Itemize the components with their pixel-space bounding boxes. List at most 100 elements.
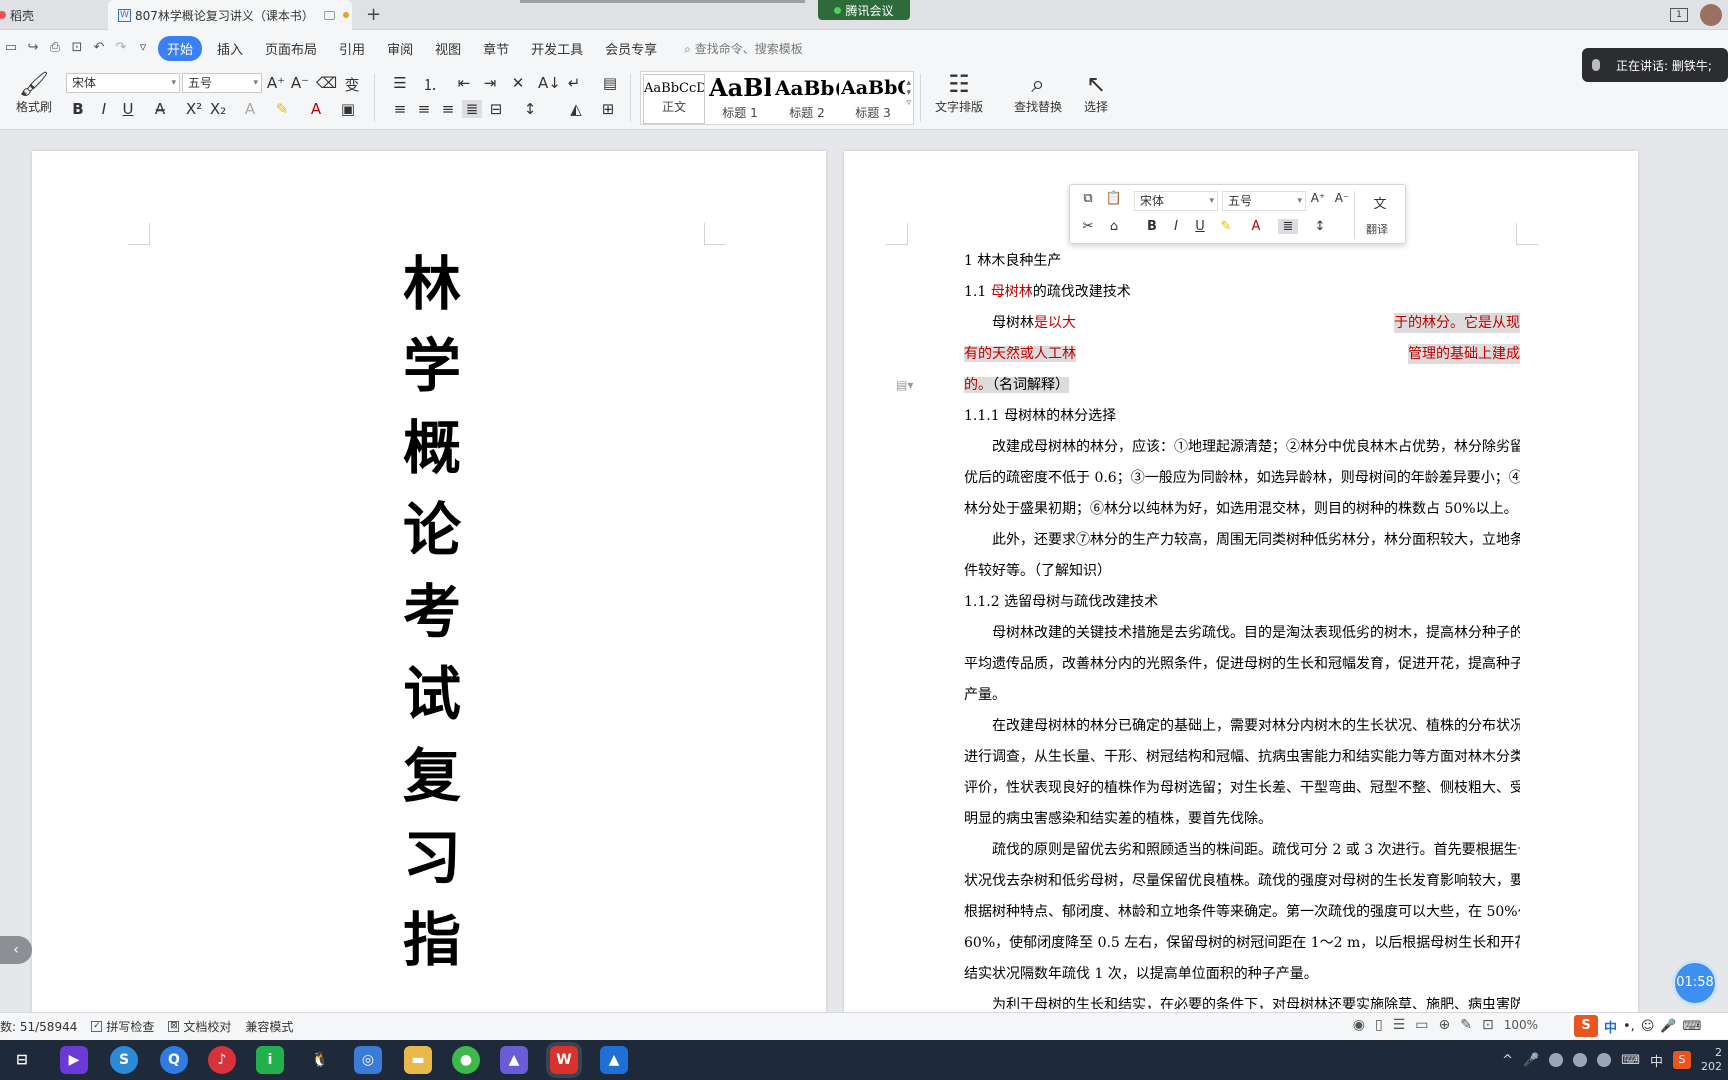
shading-icon[interactable]: ◭ <box>566 100 586 118</box>
zoom-level[interactable]: 100% <box>1504 1018 1538 1032</box>
style-heading1[interactable]: AaBl 标题 1 <box>709 74 771 124</box>
distribute-icon[interactable]: ⊟ <box>486 100 506 118</box>
translate-label[interactable]: 翻译 <box>1366 221 1388 237</box>
phonetic-icon[interactable]: 变 <box>342 74 362 95</box>
justify-icon[interactable]: ≣ <box>462 100 482 118</box>
numbered-list-icon[interactable]: ⒈ <box>420 74 440 95</box>
cut-icon[interactable]: ✂ <box>1078 219 1098 234</box>
select-button[interactable]: ↖ 选择 <box>1076 70 1116 115</box>
format-painter-icon[interactable]: ⌂ <box>1104 219 1124 234</box>
preview-icon[interactable]: ⊡ <box>69 41 85 55</box>
underline-icon[interactable]: U <box>1190 219 1210 234</box>
italic-icon[interactable]: I <box>1166 219 1186 234</box>
align-icon[interactable]: ≣ <box>1278 219 1298 234</box>
fit-icon[interactable]: ⊡ <box>1482 1017 1494 1033</box>
style-normal[interactable]: AaBbCcDc 正文 <box>643 74 705 124</box>
italic-icon[interactable]: I <box>94 100 114 118</box>
sort-icon[interactable]: A↓ <box>538 74 561 92</box>
spell-check-toggle[interactable]: ✓ 拼写检查 <box>91 1018 154 1035</box>
highlight-icon[interactable]: ✎ <box>1216 219 1236 234</box>
grow-font-icon[interactable]: A⁺ <box>1308 191 1328 205</box>
voice-icon[interactable]: 🎤 <box>1660 1019 1676 1034</box>
collapse-panel-button[interactable]: ‹ <box>0 936 32 964</box>
outline-view-icon[interactable]: ☰ <box>1393 1017 1406 1033</box>
font-size-select[interactable]: 五号 <box>182 73 262 93</box>
menu-references[interactable]: 引用 <box>339 39 365 58</box>
meeting-indicator[interactable]: 腾讯会议 <box>818 0 910 20</box>
char-border-icon[interactable]: ▣ <box>338 100 358 118</box>
volume-icon[interactable] <box>1597 1053 1612 1067</box>
superscript-icon[interactable]: X² <box>184 100 204 118</box>
browser-icon[interactable]: S <box>110 1046 138 1074</box>
highlight-icon[interactable]: ✎ <box>272 100 292 118</box>
shrink-font-icon[interactable]: A⁻ <box>290 74 310 92</box>
subscript-icon[interactable]: X₂ <box>208 100 228 118</box>
style-heading3[interactable]: AaBbC 标题 3 <box>841 74 905 124</box>
chinese-layout-icon[interactable]: ✕ <box>508 74 528 92</box>
copy-icon[interactable]: ⧉ <box>1078 191 1098 206</box>
paste-icon[interactable]: 📋 <box>1104 191 1124 206</box>
bold-icon[interactable]: B <box>68 100 88 118</box>
q-browser-icon[interactable]: Q <box>160 1046 188 1074</box>
read-view-icon[interactable]: ▭ <box>1415 1017 1428 1033</box>
font-name-select[interactable]: 宋体 <box>66 73 180 93</box>
format-painter-button[interactable]: 🖌 格式刷 <box>12 70 56 115</box>
qq-icon[interactable]: 🐧 <box>306 1046 334 1074</box>
layout-icon[interactable]: 1 <box>1670 8 1688 22</box>
menu-developer[interactable]: 开发工具 <box>531 39 583 58</box>
style-heading2[interactable]: AaBb(标题 2 <box>775 74 839 124</box>
page-view-icon[interactable]: ▯ <box>1375 1017 1383 1033</box>
tencent-meeting-icon[interactable]: ◎ <box>354 1046 382 1074</box>
mountain-app-icon[interactable]: ▲ <box>500 1046 528 1074</box>
line-spacing-icon[interactable]: ↕ <box>1310 219 1330 234</box>
float-size-select[interactable]: 五号 <box>1222 191 1306 211</box>
web-view-icon[interactable]: ⊕ <box>1438 1017 1450 1033</box>
underline-icon[interactable]: U <box>118 100 138 118</box>
call-timer[interactable]: 01:58 <box>1672 960 1718 1006</box>
float-font-select[interactable]: 宋体 <box>1134 191 1218 211</box>
iqiyi-icon[interactable]: i <box>256 1046 284 1074</box>
redo-icon[interactable]: ↷ <box>113 41 129 55</box>
paragraph-menu-icon[interactable]: ▤▾ <box>896 378 913 392</box>
menu-insert[interactable]: 插入 <box>217 39 243 58</box>
show-marks-icon[interactable]: ↵ <box>564 74 584 92</box>
page-cover[interactable]: 林 学 概 论 考 试 复 习 指 <box>32 151 826 1031</box>
sogou-tray-icon[interactable]: S <box>1673 1051 1691 1069</box>
file-explorer-icon[interactable]: ▬ <box>404 1046 432 1074</box>
menu-section[interactable]: 章节 <box>483 39 509 58</box>
new-tab-button[interactable]: + <box>366 4 381 25</box>
document-area[interactable]: 林 学 概 论 考 试 复 习 指 1 林木良种生产 1.1 母树林的疏伐改建技… <box>0 130 1728 1031</box>
emoji-icon[interactable]: ☺ <box>1641 1019 1655 1034</box>
find-replace-button[interactable]: ⌕ 查找替换 <box>1008 70 1068 115</box>
align-left-icon[interactable]: ≡ <box>390 100 410 118</box>
tab-document[interactable]: W 807林学概论复习讲义（课本书） <box>108 0 352 30</box>
wechat-icon[interactable]: ● <box>452 1046 480 1074</box>
borders-icon[interactable]: ⊞ <box>598 100 618 118</box>
text-layout-button[interactable]: ☷ 文字排版 <box>928 70 990 115</box>
align-center-icon[interactable]: ≡ <box>414 100 434 118</box>
menu-review[interactable]: 审阅 <box>387 39 413 58</box>
music-icon[interactable]: ♪ <box>208 1046 236 1074</box>
write-view-icon[interactable]: ✎ <box>1460 1017 1472 1033</box>
increase-indent-icon[interactable]: ⇥ <box>480 74 500 92</box>
more-icon[interactable]: ▿ <box>135 41 151 55</box>
line-spacing-icon[interactable]: ↕ <box>520 100 540 118</box>
save-icon[interactable]: ▭ <box>3 41 19 55</box>
menu-layout[interactable]: 页面布局 <box>265 39 317 58</box>
doc-proof-toggle[interactable]: ⊠ 文档校对 <box>168 1018 231 1035</box>
microphone-icon[interactable]: 🎤 <box>1523 1053 1539 1068</box>
translate-icon[interactable]: 文 <box>1370 193 1390 212</box>
tab-daoke[interactable]: 稻壳 <box>0 0 106 30</box>
punct-icon[interactable]: •, <box>1623 1019 1635 1034</box>
font-color-icon[interactable]: A <box>1246 219 1266 234</box>
shrink-font-icon[interactable]: A⁻ <box>1332 191 1352 205</box>
menu-home[interactable]: 开始 <box>158 35 203 61</box>
tray-icon[interactable] <box>1549 1053 1564 1067</box>
print-icon[interactable]: ⎙ <box>47 41 63 55</box>
page-content[interactable]: 1 林木良种生产 1.1 母树林的疏伐改建技术 母树林是以大 于的林分。它是从现 … <box>844 151 1638 1031</box>
strikethrough-icon[interactable]: A̶ <box>150 100 170 118</box>
sogou-icon[interactable]: S <box>1574 1015 1598 1037</box>
tray-ime-lang[interactable]: 中 <box>1650 1051 1663 1070</box>
ime-lang[interactable]: 中 <box>1604 1017 1617 1036</box>
menu-view[interactable]: 视图 <box>435 39 461 58</box>
